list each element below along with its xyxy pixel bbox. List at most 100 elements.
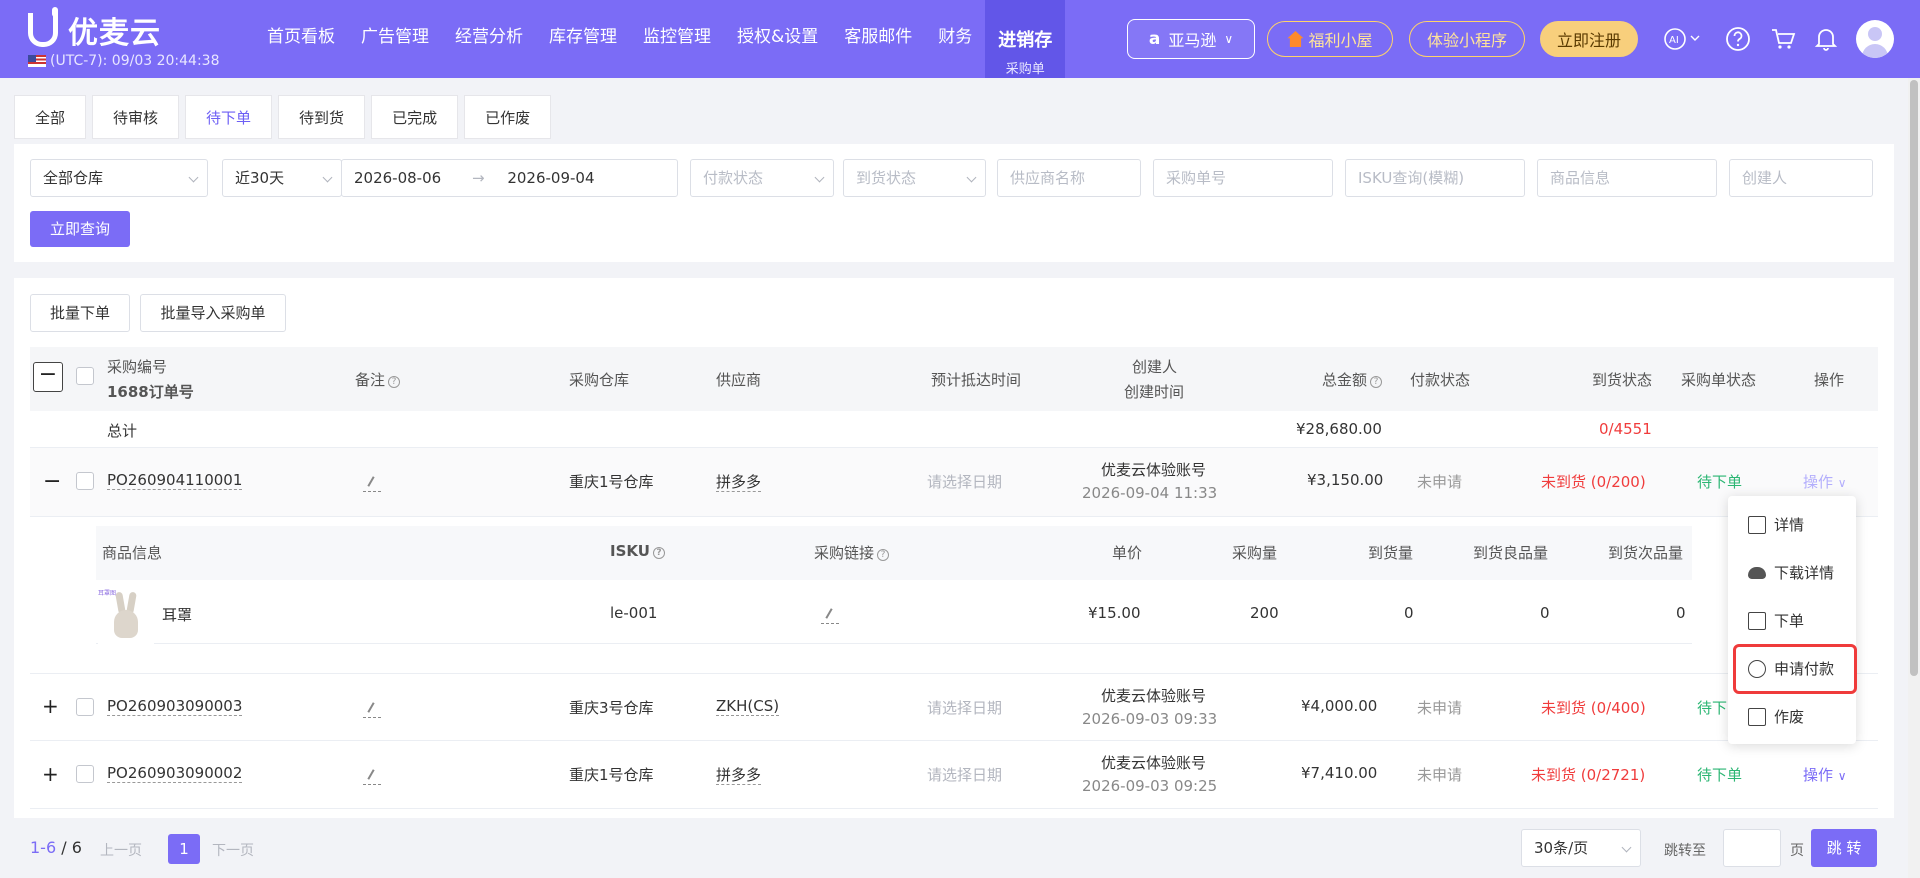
goto-page-input[interactable]: [1723, 829, 1781, 867]
po-number-link[interactable]: PO260903090003: [107, 697, 243, 716]
help-icon[interactable]: [1725, 26, 1751, 52]
marketplace-label: 亚马逊: [1168, 31, 1217, 50]
tab-pending-arrival[interactable]: 待到货: [278, 95, 366, 139]
nav-item-jxc[interactable]: 进销存 采购单: [985, 0, 1066, 78]
register-button[interactable]: 立即注册: [1540, 21, 1638, 57]
po-number-link[interactable]: PO260903090002: [107, 764, 243, 783]
edit-remark-icon[interactable]: [363, 702, 381, 718]
row-created-at: 2026-09-04 11:33: [1082, 484, 1218, 502]
supplier-input[interactable]: 供应商名称: [997, 159, 1141, 197]
header-remark-label: 备注: [355, 371, 386, 389]
tab-completed[interactable]: 已完成: [371, 95, 459, 139]
select-all-checkbox[interactable]: [76, 367, 94, 385]
row-creator: 优麦云体验账号: [1101, 461, 1207, 479]
ai-assistant-icon[interactable]: AI: [1661, 26, 1705, 52]
prev-page-button[interactable]: 上一页: [100, 840, 142, 860]
help-icon[interactable]: ?: [1370, 376, 1383, 388]
timezone-display: (UTC-7): 09/03 20:44:38: [28, 53, 219, 69]
mini-program-button[interactable]: 体验小程序: [1409, 21, 1525, 57]
menu-item-place-order[interactable]: 下单: [1748, 610, 1804, 631]
product-thumbnail[interactable]: 耳罩图: [98, 588, 154, 644]
warehouse-select[interactable]: 全部仓库: [30, 159, 208, 197]
po-number-input[interactable]: 采购单号: [1153, 159, 1333, 197]
date-range-select[interactable]: 近30天: [222, 159, 342, 197]
menu-item-detail[interactable]: 详情: [1748, 514, 1804, 535]
tab-voided[interactable]: 已作废: [464, 95, 552, 139]
avatar[interactable]: [1856, 20, 1894, 58]
row-created-at: 2026-09-03 09:25: [1082, 777, 1218, 795]
logo-icon: [28, 7, 58, 47]
nav-item-dashboard[interactable]: 首页看板: [254, 0, 348, 78]
scrollbar-thumb[interactable]: [1910, 80, 1918, 676]
arrival-status-select[interactable]: 到货状态: [843, 159, 986, 197]
nav-item-analysis[interactable]: 经营分析: [442, 0, 536, 78]
row-operation-label: 操作: [1803, 473, 1834, 491]
row-checkbox[interactable]: [76, 472, 94, 490]
thumbnail-shape: [114, 610, 138, 638]
product-name: 耳罩: [162, 606, 193, 624]
row-supplier[interactable]: 拼多多: [716, 471, 762, 492]
batch-import-button[interactable]: 批量导入采购单: [140, 294, 286, 332]
chevron-down-icon: [966, 172, 977, 183]
scrollbar[interactable]: [1908, 78, 1920, 878]
row-expand-button[interactable]: +: [42, 694, 59, 718]
row-supplier[interactable]: 拼多多: [716, 764, 762, 785]
menu-item-download[interactable]: 下载详情: [1748, 562, 1834, 583]
nav-item-finance[interactable]: 财务: [925, 0, 985, 78]
edit-link-icon[interactable]: [821, 608, 839, 624]
eta-date-picker[interactable]: 请选择日期: [927, 697, 1002, 718]
tab-all[interactable]: 全部: [14, 95, 87, 139]
chevron-down-icon: ∨: [1837, 476, 1847, 490]
batch-order-button[interactable]: 批量下单: [30, 294, 130, 332]
welfare-button[interactable]: 福利小屋: [1267, 21, 1393, 57]
tab-pending-review[interactable]: 待审核: [92, 95, 180, 139]
help-icon[interactable]: ?: [388, 376, 401, 388]
chevron-down-icon: [188, 172, 199, 183]
page-size-select[interactable]: 30条/页: [1521, 829, 1641, 867]
row-warehouse: 重庆1号仓库: [569, 473, 654, 491]
row-collapse-button[interactable]: −: [43, 469, 61, 494]
row-arrival-status: 未到货 (0/400): [1541, 699, 1646, 717]
query-button[interactable]: 立即查询: [30, 211, 130, 247]
header-pay-status: 付款状态: [1410, 371, 1471, 389]
nav-item-ads[interactable]: 广告管理: [348, 0, 442, 78]
top-navigation-bar: 优麦云 (UTC-7): 09/03 20:44:38 首页看板 广告管理 经营…: [0, 0, 1920, 78]
help-icon[interactable]: ?: [877, 549, 890, 561]
goto-button[interactable]: 跳 转: [1811, 829, 1877, 867]
nav-item-inventory[interactable]: 库存管理: [536, 0, 630, 78]
tab-pending-order[interactable]: 待下单: [185, 95, 273, 139]
eta-date-picker[interactable]: 请选择日期: [927, 764, 1002, 785]
row-checkbox[interactable]: [76, 698, 94, 716]
po-number-link[interactable]: PO260904110001: [107, 471, 243, 490]
edit-remark-icon[interactable]: [363, 476, 381, 492]
marketplace-select[interactable]: a 亚马逊 ∨: [1127, 19, 1255, 59]
isku-input[interactable]: ISKU查询(模糊): [1345, 159, 1525, 197]
isku-placeholder: ISKU查询(模糊): [1358, 169, 1465, 187]
pagination-slash: /: [61, 838, 67, 857]
bell-icon[interactable]: [1813, 26, 1839, 52]
row-supplier[interactable]: ZKH(CS): [716, 697, 780, 716]
menu-item-void[interactable]: 作废: [1748, 706, 1804, 727]
nav-item-monitor[interactable]: 监控管理: [630, 0, 724, 78]
row-operation-dropdown[interactable]: 操作 ∨: [1803, 764, 1847, 785]
page-number-current[interactable]: 1: [168, 834, 200, 864]
cart-icon[interactable]: [1770, 26, 1796, 52]
product-input[interactable]: 商品信息: [1537, 159, 1717, 197]
product-qty: 200: [1250, 604, 1279, 622]
row-checkbox[interactable]: [76, 765, 94, 783]
logo[interactable]: 优麦云: [28, 7, 161, 52]
collapse-all-button[interactable]: −: [33, 362, 63, 392]
pay-status-select[interactable]: 付款状态: [690, 159, 834, 197]
creator-input[interactable]: 创建人: [1729, 159, 1873, 197]
date-range-picker[interactable]: 2026-08-06 → 2026-09-04: [341, 159, 678, 197]
help-icon[interactable]: ?: [652, 547, 665, 559]
order-icon: [1748, 611, 1766, 630]
nav-item-email[interactable]: 客服邮件: [831, 0, 925, 78]
edit-remark-icon[interactable]: [363, 769, 381, 785]
nav-item-settings[interactable]: 授权&设置: [724, 0, 831, 78]
row-expand-button[interactable]: +: [42, 762, 59, 786]
cloud-download-icon: [1748, 566, 1766, 579]
eta-date-picker[interactable]: 请选择日期: [927, 471, 1002, 492]
row-operation-dropdown[interactable]: 操作 ∨: [1803, 471, 1847, 492]
next-page-button[interactable]: 下一页: [212, 840, 254, 860]
